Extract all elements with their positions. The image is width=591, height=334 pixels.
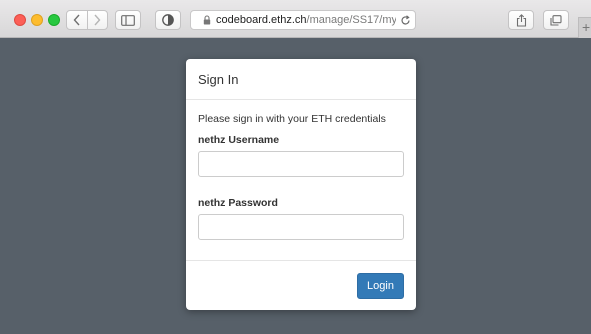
- password-label: nethz Password: [198, 197, 278, 209]
- lock-icon: [203, 15, 211, 25]
- browser-toolbar: codeboard.ethz.ch/manage/SS17/mycou +: [0, 0, 591, 38]
- minimize-window-button[interactable]: [31, 14, 43, 26]
- navigation-buttons: [66, 10, 108, 30]
- forward-button[interactable]: [86, 11, 108, 29]
- modal-footer: Login: [186, 261, 416, 310]
- close-window-button[interactable]: [14, 14, 26, 26]
- address-url: codeboard.ethz.ch/manage/SS17/mycou: [216, 14, 396, 26]
- password-input[interactable]: [198, 214, 404, 240]
- address-bar[interactable]: codeboard.ethz.ch/manage/SS17/mycou: [190, 10, 416, 30]
- sidebar-toggle-button[interactable]: [115, 10, 141, 30]
- sign-in-modal: Sign In Please sign in with your ETH cre…: [186, 59, 416, 310]
- username-label: nethz Username: [198, 134, 280, 146]
- privacy-shield-icon: [162, 14, 174, 26]
- plus-icon: +: [582, 19, 591, 35]
- chevron-right-icon: [94, 14, 101, 26]
- back-button[interactable]: [67, 11, 87, 29]
- modal-title: Sign In: [198, 72, 239, 87]
- tab-overview-icon: [550, 14, 562, 26]
- modal-body: Please sign in with your ETH credentials…: [186, 100, 416, 261]
- sidebar-icon: [121, 14, 135, 26]
- address-path: /manage/SS17/mycou: [306, 14, 396, 26]
- modal-header: Sign In: [186, 59, 416, 100]
- address-domain: codeboard.ethz.ch: [216, 14, 307, 26]
- new-tab-button[interactable]: +: [578, 17, 591, 38]
- sign-in-instruction: Please sign in with your ETH credentials: [198, 113, 386, 125]
- username-input[interactable]: [198, 151, 404, 177]
- tab-overview-button[interactable]: [543, 10, 569, 30]
- zoom-window-button[interactable]: [48, 14, 60, 26]
- reload-icon[interactable]: [400, 14, 411, 26]
- privacy-report-button[interactable]: [155, 10, 181, 30]
- share-icon: [516, 13, 526, 27]
- login-button[interactable]: Login: [357, 273, 404, 299]
- browser-window: codeboard.ethz.ch/manage/SS17/mycou +: [0, 0, 591, 334]
- share-button[interactable]: [508, 10, 534, 30]
- chevron-left-icon: [73, 14, 80, 26]
